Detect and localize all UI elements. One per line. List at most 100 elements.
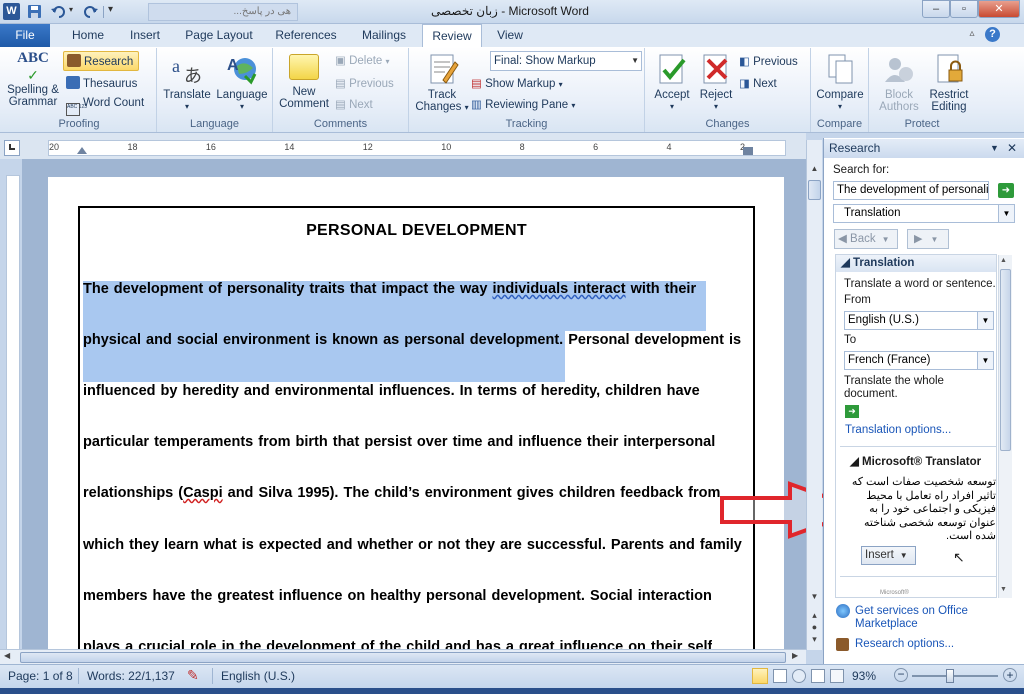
- file-tab[interactable]: File: [0, 24, 50, 47]
- research-options-link[interactable]: Research options...: [855, 638, 954, 650]
- show-markup-button[interactable]: ▤ Show Markup ▾: [471, 76, 563, 90]
- web-layout-icon[interactable]: [792, 669, 806, 683]
- scroll-right-icon[interactable]: ▶: [792, 651, 798, 660]
- tab-page-layout[interactable]: Page Layout: [178, 24, 260, 47]
- pane-close-icon[interactable]: ✕: [1007, 139, 1017, 158]
- tab-selector[interactable]: [4, 140, 20, 156]
- research-service-select[interactable]: Translation ▼: [833, 204, 1015, 223]
- previous-comment-button[interactable]: ▤ Previous: [335, 76, 394, 90]
- results-scroll-down-icon[interactable]: ▼: [1000, 586, 1007, 593]
- pane-options-icon[interactable]: ▼: [990, 139, 999, 158]
- document-heading[interactable]: PERSONAL DEVELOPMENT: [78, 222, 755, 240]
- start-search-icon[interactable]: ➜: [998, 183, 1014, 198]
- tab-view[interactable]: View: [486, 24, 534, 47]
- tab-review[interactable]: Review: [422, 24, 482, 48]
- zoom-level[interactable]: 93%: [852, 669, 876, 683]
- paragraph-line[interactable]: plays a crucial role in the development …: [83, 639, 712, 649]
- vertical-ruler[interactable]: [6, 175, 20, 653]
- scroll-up-icon[interactable]: ▲: [808, 164, 821, 178]
- undo-icon[interactable]: [50, 3, 67, 20]
- zoom-slider-track[interactable]: [912, 675, 998, 677]
- research-button[interactable]: Research: [63, 51, 139, 71]
- tab-insert[interactable]: Insert: [121, 24, 169, 47]
- scroll-down-icon[interactable]: ▼: [808, 592, 821, 606]
- right-indent-marker[interactable]: [743, 147, 753, 155]
- thesaurus-button[interactable]: Thesaurus: [66, 76, 137, 90]
- next-change-button[interactable]: ◨ Next: [739, 76, 777, 90]
- translate-button[interactable]: aあ Translate ▾: [159, 52, 215, 113]
- zoom-out-button[interactable]: −: [894, 668, 908, 682]
- horizontal-scrollbar[interactable]: ◀ ▶: [0, 649, 806, 665]
- language-button[interactable]: A Language ▾: [213, 52, 271, 113]
- inactive-window-tab[interactable]: ...هی در پاسخ: [148, 3, 298, 21]
- search-input[interactable]: The development of personality: [833, 181, 989, 200]
- reviewing-pane-button[interactable]: ▥ Reviewing Pane ▾: [471, 97, 575, 111]
- word-count-status[interactable]: Words: 22/1,137: [87, 669, 175, 683]
- new-comment-button[interactable]: New Comment: [275, 54, 333, 110]
- forward-button[interactable]: ▶ ▼: [907, 229, 949, 249]
- translate-document-icon[interactable]: ➜: [845, 405, 859, 418]
- scroll-left-icon[interactable]: ◀: [4, 651, 10, 660]
- back-button[interactable]: ◀ Back ▼: [834, 229, 898, 249]
- redo-icon[interactable]: [82, 3, 99, 20]
- zoom-in-button[interactable]: +: [1003, 668, 1017, 682]
- from-language-select[interactable]: English (U.S.) ▼: [844, 311, 994, 330]
- draft-view-icon[interactable]: [830, 669, 844, 683]
- paragraph-line[interactable]: particular temperaments from birth that …: [83, 434, 715, 450]
- paragraph-line[interactable]: members have the greatest influence on h…: [83, 588, 712, 604]
- maximize-button[interactable]: ▫: [950, 0, 978, 18]
- tab-home[interactable]: Home: [62, 24, 114, 47]
- close-button[interactable]: ✕: [978, 0, 1020, 18]
- page-count[interactable]: Page: 1 of 8: [8, 669, 73, 683]
- word-app-icon[interactable]: W: [3, 3, 20, 20]
- results-scroll-up-icon[interactable]: ▲: [1000, 257, 1007, 264]
- select-browse-object-icon[interactable]: ●: [808, 622, 821, 634]
- tab-references[interactable]: References: [268, 24, 344, 47]
- paragraph-line[interactable]: physical and social environment is known…: [83, 332, 741, 348]
- results-scrollbar[interactable]: ▲ ▼: [998, 255, 1012, 598]
- block-authors-button[interactable]: Block Authors: [873, 52, 925, 113]
- next-comment-button[interactable]: ▤ Next: [335, 97, 373, 111]
- paragraph-line[interactable]: relationships (Caspi and Silva 1995). Th…: [83, 485, 720, 501]
- language-status[interactable]: English (U.S.): [221, 669, 295, 683]
- accept-button[interactable]: Accept ▾: [649, 52, 695, 113]
- reject-button[interactable]: Reject ▾: [694, 52, 738, 113]
- undo-dropdown-icon[interactable]: ▾: [69, 5, 73, 14]
- get-services-link-1[interactable]: Get services on Office: [855, 605, 968, 617]
- proofing-errors-icon[interactable]: ✎: [187, 667, 199, 684]
- paragraph-line[interactable]: The development of personality traits th…: [83, 281, 696, 297]
- next-page-icon[interactable]: ▾: [808, 634, 821, 646]
- previous-page-icon[interactable]: ▴: [808, 610, 821, 622]
- left-indent-marker[interactable]: [77, 147, 87, 154]
- track-changes-button[interactable]: Track Changes ▾: [415, 52, 469, 114]
- spelling-grammar-button[interactable]: ABC ✓ Spelling & Grammar: [4, 51, 62, 109]
- outline-view-icon[interactable]: [811, 669, 825, 683]
- paragraph-line[interactable]: which they learn what is expected and wh…: [83, 537, 742, 553]
- save-icon[interactable]: [26, 3, 43, 20]
- get-services-link-2[interactable]: Marketplace: [855, 618, 918, 630]
- help-icon[interactable]: ?: [985, 27, 1000, 42]
- translation-options-link[interactable]: Translation options...: [845, 424, 951, 436]
- paragraph-line[interactable]: influenced by heredity and environmental…: [83, 383, 700, 399]
- minimize-button[interactable]: –: [922, 0, 950, 18]
- word-count-button[interactable]: ABC 123Word Count: [66, 97, 144, 116]
- zoom-slider-thumb[interactable]: [946, 669, 954, 683]
- results-scroll-thumb[interactable]: [1000, 269, 1011, 451]
- restrict-editing-button[interactable]: Restrict Editing: [923, 52, 975, 113]
- display-for-review-select[interactable]: Final: Show Markup ▼: [490, 51, 642, 71]
- microsoft-translator-header[interactable]: ◢ Microsoft® Translator: [850, 454, 981, 468]
- customize-qat-icon[interactable]: ▾: [108, 4, 113, 15]
- horizontal-scroll-thumb[interactable]: [20, 652, 786, 663]
- to-language-select[interactable]: French (France) ▼: [844, 351, 994, 370]
- minimize-ribbon-icon[interactable]: ▵: [965, 28, 979, 42]
- full-screen-reading-icon[interactable]: [773, 669, 787, 683]
- scroll-thumb[interactable]: [808, 180, 821, 200]
- horizontal-ruler[interactable]: 2018161412108642: [48, 140, 786, 156]
- tab-mailings[interactable]: Mailings: [352, 24, 416, 47]
- translation-section-header[interactable]: ◢ Translation: [836, 255, 996, 272]
- previous-change-button[interactable]: ◧ Previous: [739, 54, 798, 68]
- print-layout-view-icon[interactable]: [752, 668, 768, 684]
- delete-comment-button[interactable]: ▣ Delete ▾: [335, 53, 390, 67]
- vertical-scrollbar[interactable]: ▲ ▼ ▴ ● ▾: [806, 140, 822, 650]
- compare-button[interactable]: Compare ▾: [813, 52, 867, 113]
